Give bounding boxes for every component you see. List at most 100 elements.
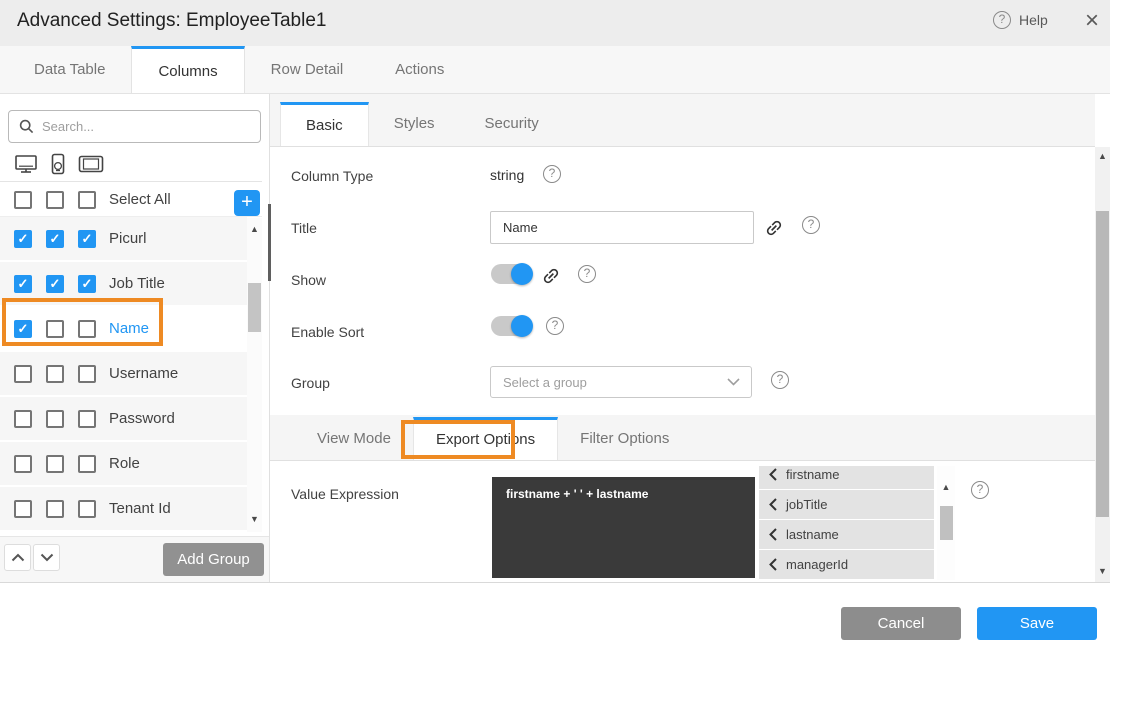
tab-filter-options[interactable]: Filter Options [558,417,691,460]
scrollbar-thumb[interactable] [248,283,261,332]
title-help-icon[interactable]: ? [802,216,820,234]
column-row-role[interactable]: Role [0,442,247,487]
phone-visibility-checkbox[interactable] [46,500,64,518]
desktop-icon[interactable] [14,154,38,174]
desktop-visibility-checkbox[interactable] [14,410,32,428]
scroll-down-icon[interactable]: ▼ [1095,566,1110,576]
column-label: Tenant Id [109,500,171,517]
title-input[interactable] [490,211,754,244]
move-down-button[interactable] [33,544,60,571]
add-column-button[interactable]: + [234,190,260,216]
field-item-jobtitle[interactable]: jobTitle [759,490,934,519]
column-row-name[interactable]: Name [0,307,247,352]
show-link-icon[interactable] [541,266,561,286]
scroll-up-icon[interactable]: ▲ [937,482,955,492]
title-link-icon[interactable] [764,218,784,238]
add-group-button[interactable]: Add Group [163,543,264,576]
field-item-managerid[interactable]: managerId [759,550,934,579]
column-type-label: Column Type [291,168,373,184]
phone-visibility-checkbox[interactable] [46,410,64,428]
phone-icon[interactable] [49,153,67,175]
fields-scrollbar[interactable]: ▲ [937,466,955,580]
scroll-up-icon[interactable]: ▲ [247,224,262,234]
desktop-visibility-checkbox[interactable] [14,275,32,293]
chevron-left-icon [769,498,777,511]
chevron-left-icon [769,528,777,541]
scroll-down-icon[interactable]: ▼ [247,514,262,524]
phone-visibility-checkbox[interactable] [46,275,64,293]
column-label: Picurl [109,230,147,247]
scrollbar-thumb[interactable] [1096,211,1109,517]
column-type-help-icon[interactable]: ? [543,165,561,183]
phone-visibility-checkbox[interactable] [46,230,64,248]
desktop-visibility-checkbox[interactable] [14,500,32,518]
select-all-checkbox-desktop[interactable] [14,191,32,209]
tab-basic[interactable]: Basic [280,102,369,146]
tab-view-mode[interactable]: View Mode [295,417,413,460]
tablet-visibility-checkbox[interactable] [78,410,96,428]
tab-data-table[interactable]: Data Table [8,46,131,93]
field-item-lastname[interactable]: lastname [759,520,934,549]
dialog-bottom-border [0,582,1110,583]
expression-fields-panel: firstname jobTitle lastnamemanagerId ▲ [757,466,955,580]
tab-security[interactable]: Security [460,102,564,146]
sidebar-footer: Add Group [0,536,269,582]
tablet-visibility-checkbox[interactable] [78,275,96,293]
show-toggle[interactable] [491,264,531,284]
field-name: jobTitle [786,497,827,512]
enable-sort-toggle[interactable] [491,316,531,336]
column-label: Password [109,410,175,427]
save-button[interactable]: Save [977,607,1097,640]
field-item-firstname[interactable]: firstname [759,466,934,489]
scroll-up-icon[interactable]: ▲ [1095,151,1110,161]
column-row-password[interactable]: Password [0,397,247,442]
advanced-settings-dialog: Advanced Settings: EmployeeTable1 ? Help… [0,0,1148,717]
phone-visibility-checkbox[interactable] [46,365,64,383]
tab-export-options[interactable]: Export Options [413,417,558,460]
group-select[interactable]: Select a group [490,366,752,398]
search-input[interactable]: Search... [8,110,261,143]
tab-actions[interactable]: Actions [369,46,470,93]
tablet-visibility-checkbox[interactable] [78,455,96,473]
show-help-icon[interactable]: ? [578,265,596,283]
device-toggle-row [0,146,262,182]
column-row-picurl[interactable]: Picurl [0,217,247,262]
chevron-up-icon [11,553,25,562]
value-expression-editor[interactable]: firstname + ' ' + lastname [492,477,755,578]
scrollbar-thumb[interactable] [940,506,953,540]
panel-resize-handle[interactable] [268,204,271,281]
tablet-visibility-checkbox[interactable] [78,230,96,248]
move-up-button[interactable] [4,544,31,571]
tablet-visibility-checkbox[interactable] [78,365,96,383]
tab-styles[interactable]: Styles [369,102,460,146]
column-list-scrollbar[interactable]: ▲ ▼ [247,218,262,532]
column-row-job-title[interactable]: Job Title [0,262,247,307]
tablet-visibility-checkbox[interactable] [78,500,96,518]
tablet-icon[interactable] [78,154,104,174]
column-row-username[interactable]: Username [0,352,247,397]
dialog-title: Advanced Settings: EmployeeTable1 [17,10,326,32]
search-placeholder: Search... [42,119,94,134]
select-all-checkbox-tablet[interactable] [78,191,96,209]
desktop-visibility-checkbox[interactable] [14,455,32,473]
select-all-checkbox-phone[interactable] [46,191,64,209]
value-expression-help-icon[interactable]: ? [971,481,989,499]
tablet-visibility-checkbox[interactable] [78,320,96,338]
group-help-icon[interactable]: ? [771,371,789,389]
panel-scrollbar[interactable]: ▲ ▼ [1095,147,1110,582]
desktop-visibility-checkbox[interactable] [14,365,32,383]
help-button[interactable]: ? Help [993,11,1048,29]
cancel-button[interactable]: Cancel [841,607,961,640]
column-row-tenant-id[interactable]: Tenant Id [0,487,247,532]
desktop-visibility-checkbox[interactable] [14,320,32,338]
tab-row-detail[interactable]: Row Detail [245,46,370,93]
help-label: Help [1019,12,1048,28]
desktop-visibility-checkbox[interactable] [14,230,32,248]
column-label: Name [109,320,149,337]
phone-visibility-checkbox[interactable] [46,455,64,473]
tab-columns[interactable]: Columns [131,46,244,93]
select-all-label: Select All [109,191,171,208]
close-icon[interactable]: × [1080,7,1104,35]
phone-visibility-checkbox[interactable] [46,320,64,338]
enable-sort-help-icon[interactable]: ? [546,317,564,335]
